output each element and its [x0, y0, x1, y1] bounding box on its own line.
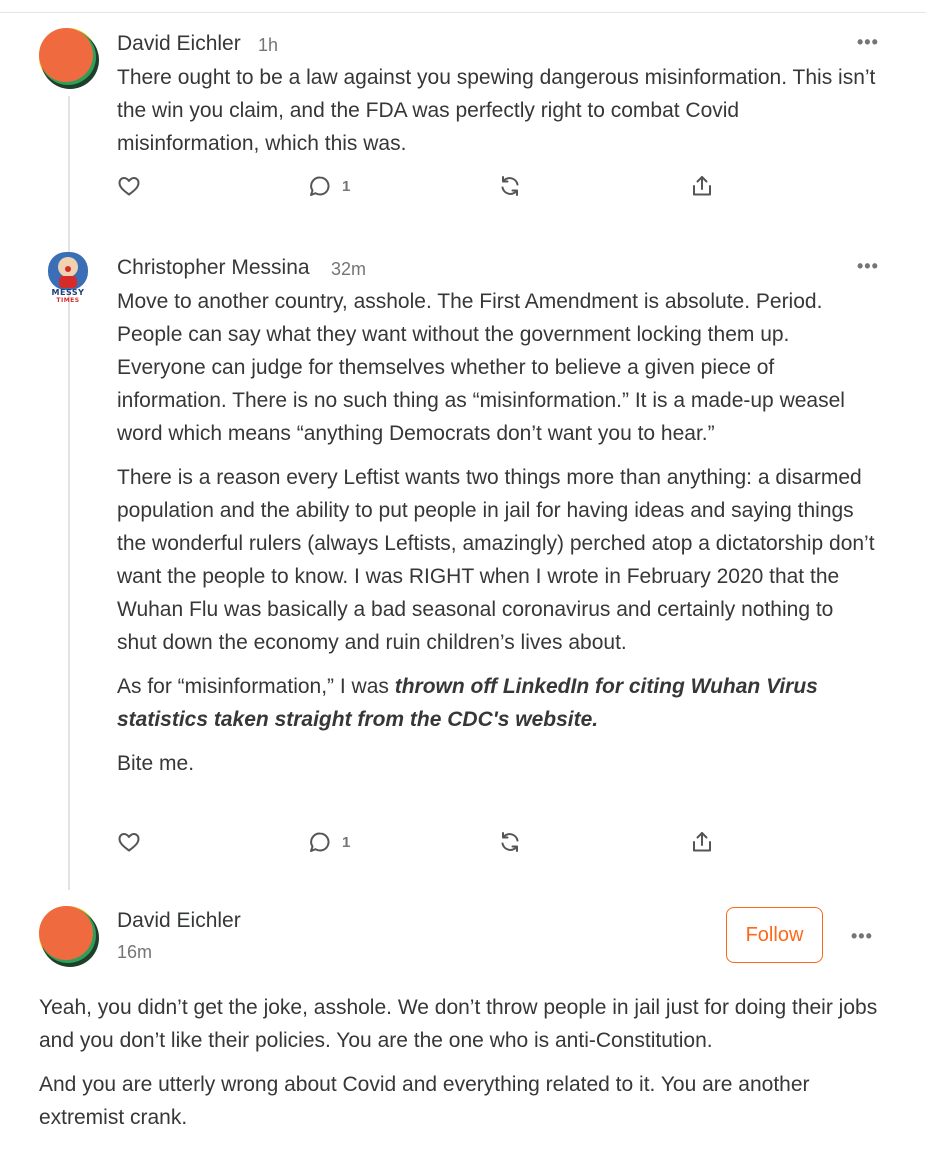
- comment-body: Move to another country, asshole. The Fi…: [117, 285, 877, 791]
- avatar[interactable]: [39, 906, 101, 968]
- comment-paragraph: There ought to be a law against you spew…: [117, 66, 876, 155]
- heart-icon: [118, 833, 140, 852]
- heart-icon: [118, 177, 140, 196]
- follow-button[interactable]: Follow: [726, 907, 823, 963]
- comment-author[interactable]: David Eichler: [117, 32, 241, 56]
- comment-author[interactable]: Christopher Messina: [117, 256, 310, 280]
- reply-button[interactable]: 1: [308, 830, 350, 854]
- comment-body: Yeah, you didn’t get the joke, asshole. …: [39, 991, 899, 1145]
- reply-button[interactable]: 1: [308, 174, 350, 198]
- comment-paragraph: There is a reason every Leftist wants tw…: [117, 466, 875, 654]
- comment-author[interactable]: David Eichler: [117, 909, 241, 933]
- restack-icon: [501, 832, 519, 852]
- restack-icon: [501, 176, 519, 196]
- restack-button[interactable]: [498, 174, 522, 198]
- more-icon[interactable]: •••: [857, 32, 879, 53]
- comment-paragraph: Yeah, you didn’t get the joke, asshole. …: [39, 996, 878, 1052]
- restack-button[interactable]: [498, 830, 522, 854]
- comment-paragraph: And you are utterly wrong about Covid an…: [39, 1073, 810, 1129]
- reply-count: 1: [342, 833, 351, 851]
- like-button[interactable]: [117, 174, 141, 198]
- more-icon[interactable]: •••: [857, 256, 879, 277]
- share-button[interactable]: [690, 830, 714, 854]
- comment-paragraph: Bite me.: [117, 752, 195, 775]
- comment-icon: [310, 176, 330, 196]
- comment-actions: 1: [117, 174, 737, 206]
- reply-count: 1: [342, 177, 351, 195]
- comment-icon: [310, 832, 330, 852]
- comment-paragraph: As for “misinformation,” I was thrown of…: [117, 675, 818, 731]
- thread-line: [68, 96, 70, 890]
- comment-actions: 1: [117, 830, 737, 862]
- like-button[interactable]: [117, 830, 141, 854]
- avatar-text: MESSY TIMES: [51, 288, 85, 305]
- share-button[interactable]: [690, 174, 714, 198]
- comment-paragraph: Move to another country, asshole. The Fi…: [117, 290, 845, 445]
- comment-time[interactable]: 16m: [117, 942, 152, 963]
- more-icon[interactable]: •••: [851, 926, 873, 947]
- share-icon: [693, 832, 711, 852]
- share-icon: [693, 176, 711, 196]
- comment-body: There ought to be a law against you spew…: [117, 61, 887, 171]
- comment-time[interactable]: 32m: [331, 259, 366, 280]
- avatar[interactable]: [39, 28, 101, 90]
- comment-time[interactable]: 1h: [258, 35, 278, 56]
- avatar[interactable]: MESSY TIMES: [46, 252, 90, 308]
- top-divider: [0, 12, 926, 13]
